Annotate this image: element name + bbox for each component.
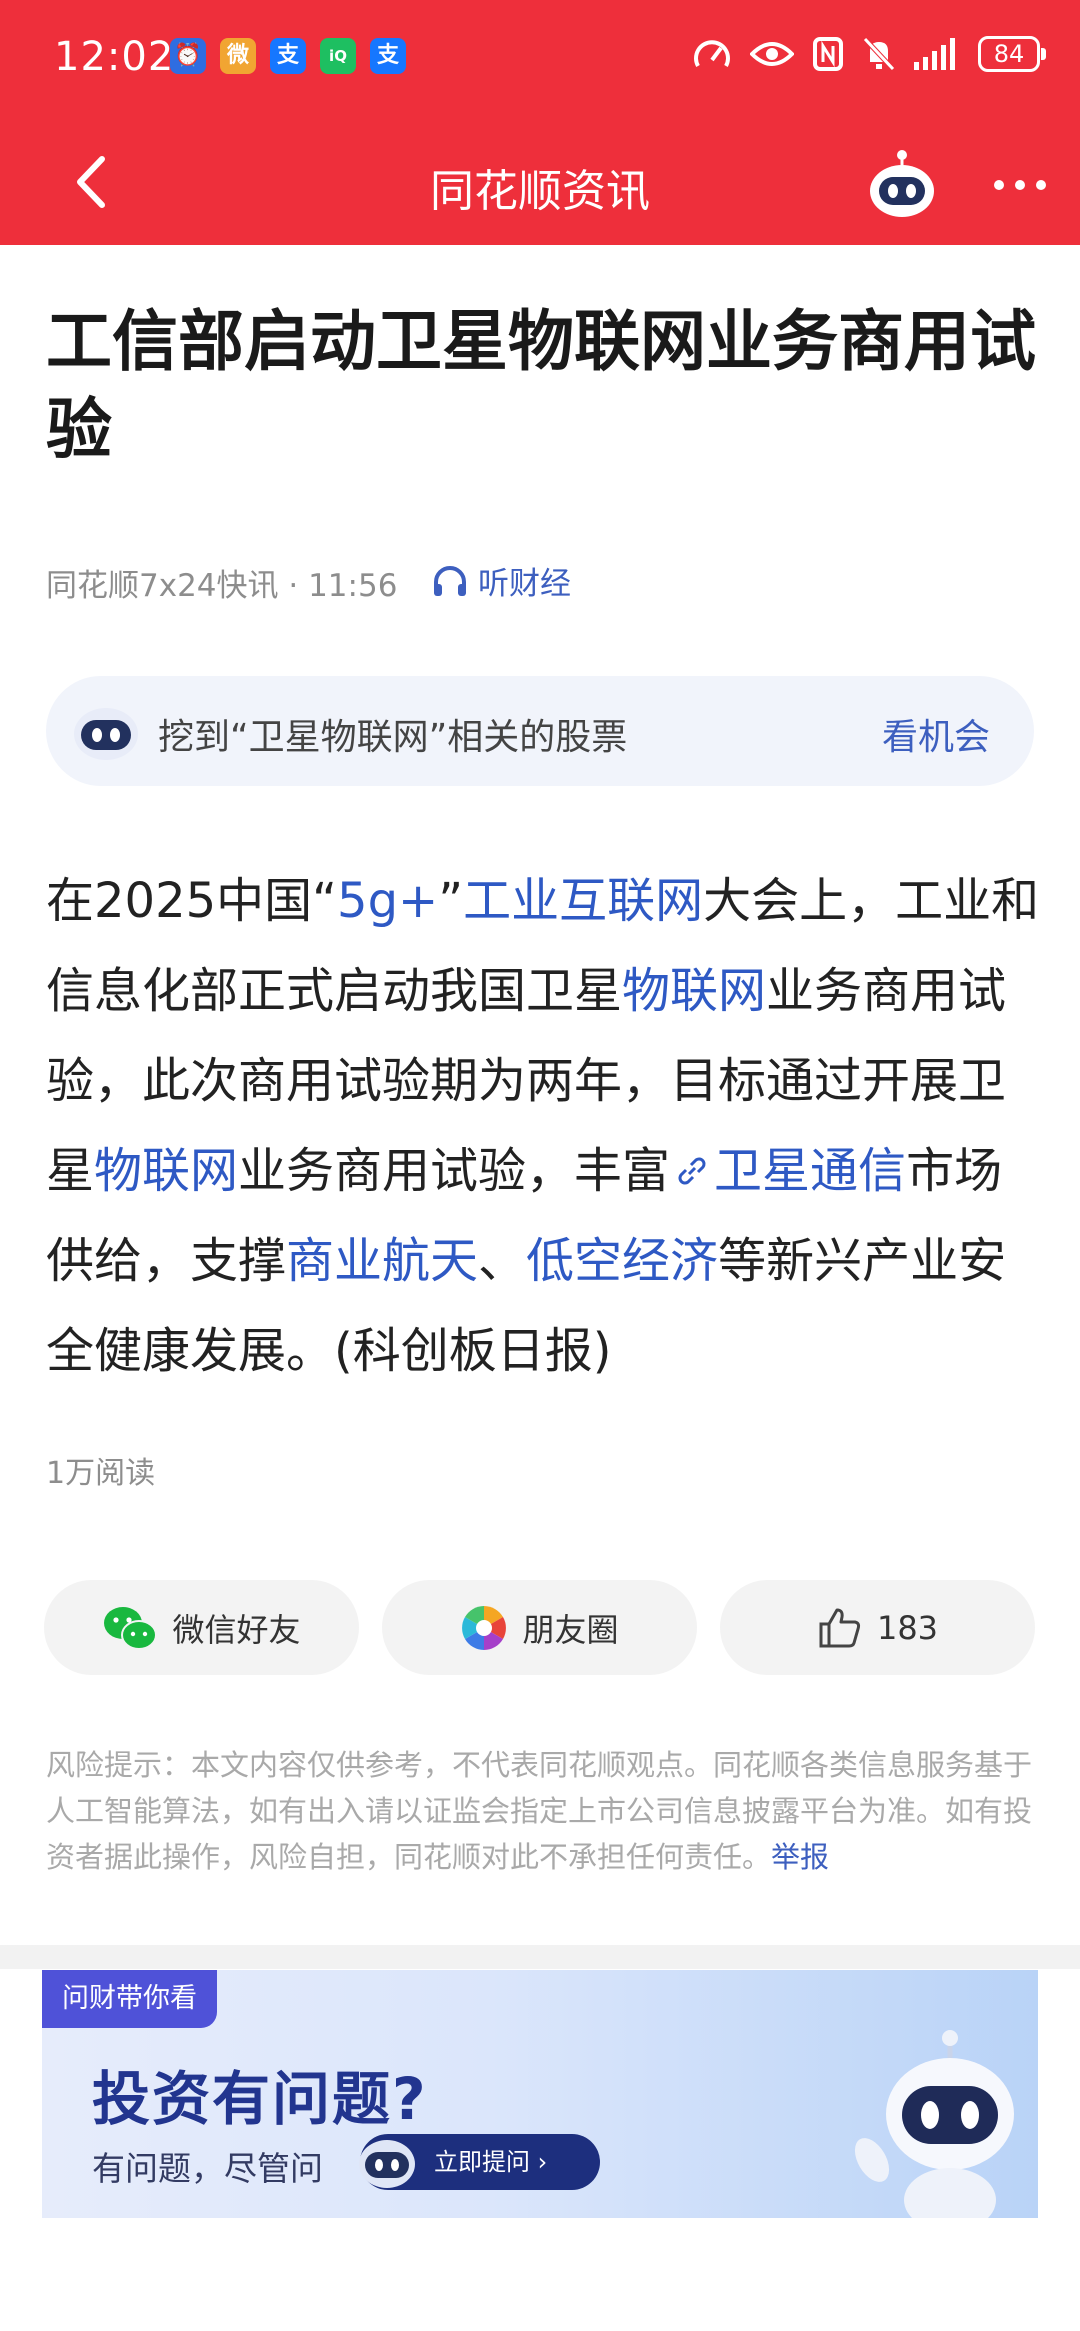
wechat-icon <box>104 1606 158 1650</box>
article-body: 在2025中国“5g+”工业互联网大会上，工业和信息化部正式启动我国卫星物联网业… <box>46 856 1046 1396</box>
status-bar: 12:02 ⏰ 微 支 iQ 支 84 <box>0 0 1080 125</box>
see-opportunity-link[interactable]: 看机会 <box>882 708 990 760</box>
article-source: 同花顺7x24快讯 · 11:56 <box>46 568 398 604</box>
clock-app-icon: ⏰ <box>170 38 206 74</box>
keyword-industrial-internet[interactable]: 工业互联网 <box>463 873 703 929</box>
related-stocks-banner[interactable]: 挖到“卫星物联网”相关的股票 看机会 <box>46 676 1034 786</box>
listen-button[interactable]: 听财经 <box>432 558 571 603</box>
section-divider <box>0 1945 1080 1969</box>
more-icon[interactable] <box>985 155 1055 215</box>
keyword-commercial-space[interactable]: 商业航天 <box>286 1233 478 1289</box>
thumbs-up-icon <box>819 1608 861 1647</box>
nav-bar: 同花顺资讯 <box>0 125 1080 245</box>
headphone-icon <box>434 565 466 596</box>
battery-indicator: 84 <box>978 36 1046 72</box>
banner-tag: 问财带你看 <box>42 1970 217 2028</box>
body-text-5: 业务商用试验，丰富 <box>238 1143 671 1199</box>
link-icon <box>678 1157 706 1185</box>
iqiyi-icon: iQ <box>320 38 356 74</box>
body-text-1: 在2025中国“ <box>46 873 338 929</box>
robot-icon <box>74 708 138 760</box>
keyword-5g[interactable]: 5g+ <box>337 873 438 929</box>
eye-icon <box>750 42 794 66</box>
nfc-icon <box>813 37 843 71</box>
status-time: 12:02 <box>54 34 175 80</box>
robot-assistant-icon[interactable] <box>862 145 942 225</box>
alipay-icon: 支 <box>270 38 306 74</box>
mute-icon <box>863 37 895 71</box>
ask-now-button[interactable]: 立即提问 › <box>359 2134 600 2190</box>
keyword-satellite-comm[interactable]: 卫星通信 <box>714 1143 906 1199</box>
like-button[interactable]: 183 <box>720 1580 1035 1675</box>
robot-mascot-icon <box>854 2030 1014 2218</box>
risk-disclaimer: 风险提示：本文内容仅供参考，不代表同花顺观点。同花顺各类信息服务基于人工智能算法… <box>46 1742 1036 1880</box>
like-count: 183 <box>876 1608 939 1647</box>
article-title: 工信部启动卫星物联网业务商用试验 <box>46 303 1036 468</box>
banner-subtitle: 有问题，尽管问 <box>92 2149 323 2188</box>
keyword-low-altitude[interactable]: 低空经济 <box>526 1233 718 1289</box>
disclaimer-text: 风险提示：本文内容仅供参考，不代表同花顺观点。同花顺各类信息服务基于人工智能算法… <box>46 1748 1033 1874</box>
moments-icon <box>462 1605 507 1650</box>
mini-robot-icon <box>359 2140 415 2188</box>
keyword-iot[interactable]: 物联网 <box>622 963 766 1019</box>
signal-icon <box>914 38 955 70</box>
related-stocks-text: 挖到“卫星物联网”相关的股票 <box>158 717 628 758</box>
banner-headline: 投资有问题? <box>92 2065 428 2133</box>
speed-icon <box>694 40 730 67</box>
share-wechat-button[interactable]: 微信好友 <box>44 1580 359 1675</box>
keyword-iot-2[interactable]: 物联网 <box>94 1143 238 1199</box>
share-moments-button[interactable]: 朋友圈 <box>382 1580 697 1675</box>
system-icons: 84 <box>692 36 1046 72</box>
body-text-2: ” <box>438 873 464 929</box>
ask-now-label: 立即提问 › <box>434 2148 548 2176</box>
ask-banner[interactable]: 问财带你看 投资有问题? 有问题，尽管问 立即提问 › <box>42 1970 1038 2218</box>
alipay-icon-2: 支 <box>370 38 406 74</box>
report-link[interactable]: 举报 <box>771 1840 829 1874</box>
body-text-7: 、 <box>478 1233 527 1289</box>
weibo-icon: 微 <box>220 38 256 74</box>
share-moments-label: 朋友圈 <box>522 1610 619 1649</box>
listen-label: 听财经 <box>478 566 571 602</box>
share-wechat-label: 微信好友 <box>172 1610 301 1649</box>
read-count: 1万阅读 <box>46 1456 156 1491</box>
